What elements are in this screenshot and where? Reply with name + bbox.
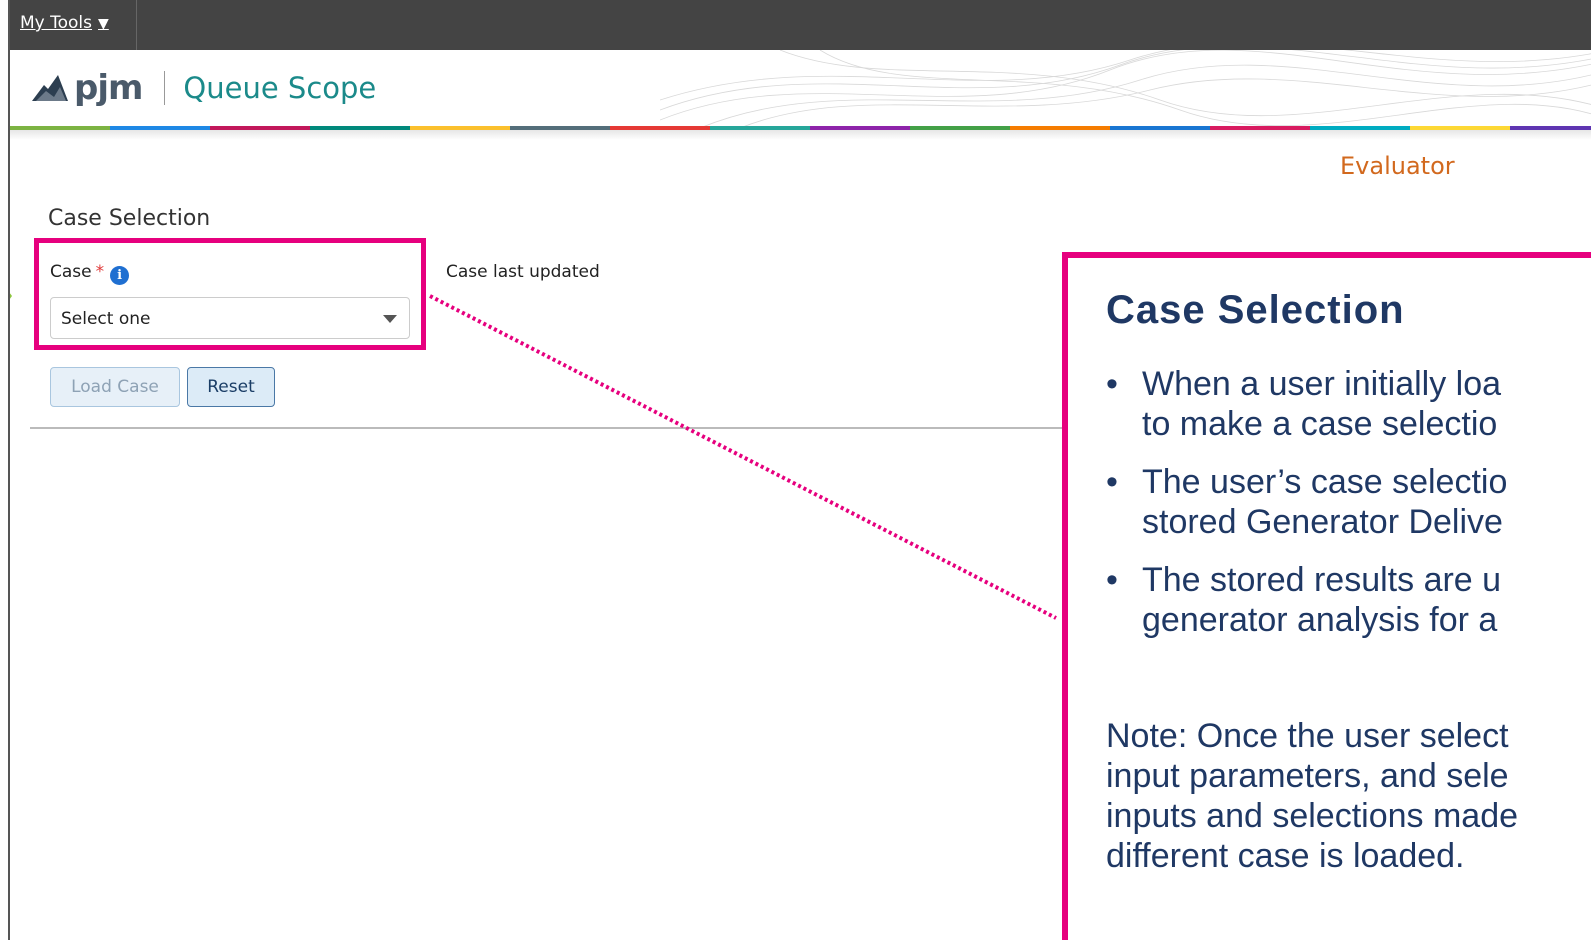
help-callout: Case Selection • When a user initially lo… xyxy=(1062,252,1591,940)
callout-bullet: • When a user initially loa to make a case… xyxy=(1106,364,1507,444)
callout-bullets: • When a user initially loa to make a case… xyxy=(1106,364,1507,658)
callout-bullet-line: generator analysis for a xyxy=(1142,601,1498,639)
note-line: inputs and selections made xyxy=(1106,797,1519,835)
callout-bullet-line: The stored results are u xyxy=(1142,561,1502,599)
role-label: Evaluator xyxy=(1340,152,1455,180)
bullet-icon: • xyxy=(1106,463,1118,501)
callout-title: Case Selection xyxy=(1106,288,1405,332)
app-window: My Tools ▼ pjm Queue Scope Evaluator Cas… xyxy=(8,0,1591,940)
note-line: Note: Once the user select xyxy=(1106,717,1509,755)
bullet-icon: • xyxy=(1106,365,1118,403)
callout-bullet: • The user’s case selectio stored Generato… xyxy=(1106,462,1507,542)
callout-bullet-line: When a user initially loa xyxy=(1142,365,1502,403)
callout-leader-line xyxy=(429,294,1057,620)
note-line: input parameters, and sele xyxy=(1106,757,1509,795)
note-line: different case is loaded. xyxy=(1106,837,1465,875)
callout-bullet-line: stored Generator Delive xyxy=(1142,503,1503,541)
bullet-icon: • xyxy=(1106,561,1118,599)
callout-bullet-line: The user’s case selectio xyxy=(1142,463,1508,501)
callout-bullet: • The stored results are u generator analy… xyxy=(1106,560,1507,640)
callout-note: Note: Once the user select input paramet… xyxy=(1106,716,1518,876)
callout-bullet-line: to make a case selectio xyxy=(1142,405,1498,443)
